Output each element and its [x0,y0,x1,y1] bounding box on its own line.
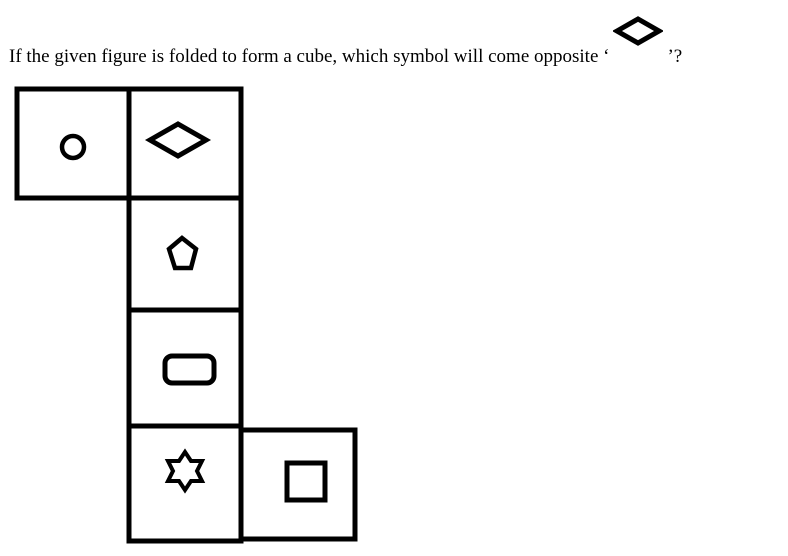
net-face-circle [14,86,132,201]
net-face-square [238,427,358,542]
net-face-pentagon [126,195,244,313]
net-face-star [126,423,244,544]
net-face-diamond [126,86,244,201]
net-face-rounded-rectangle [126,307,244,429]
cube-net [14,86,358,544]
